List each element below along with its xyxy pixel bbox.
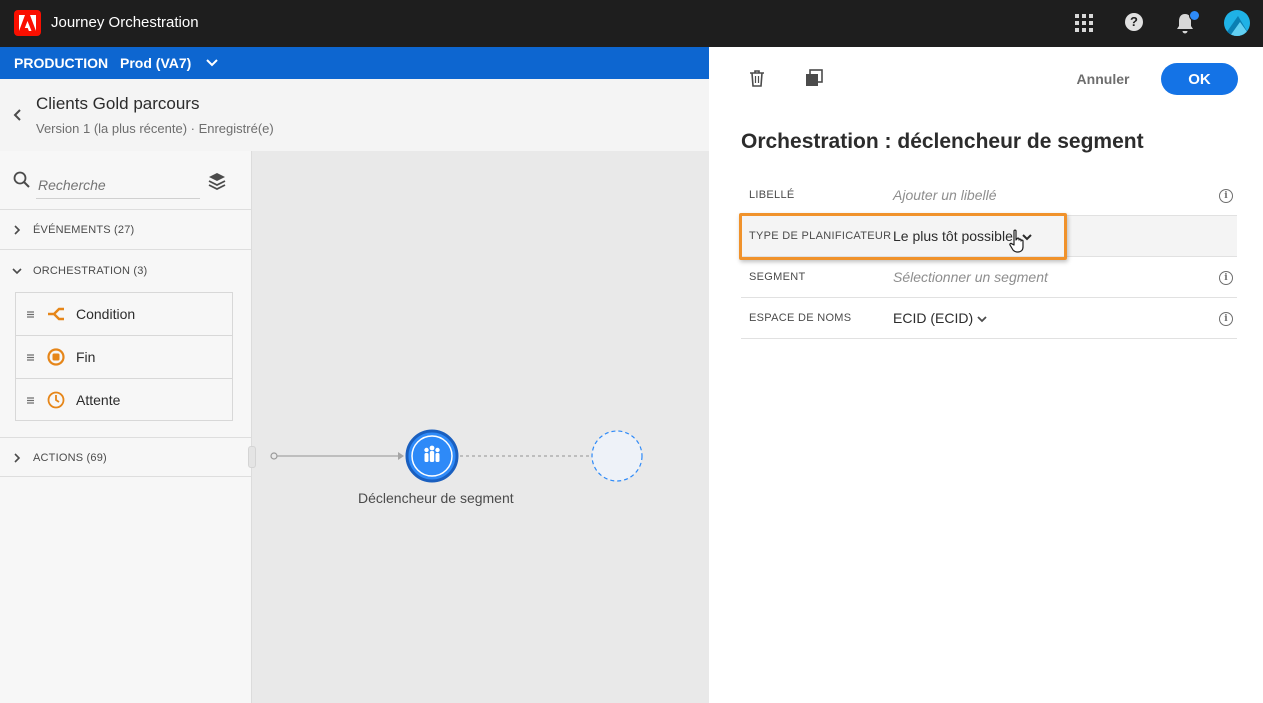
environment-label: PRODUCTION [14, 55, 109, 71]
chevron-down-icon[interactable] [205, 57, 219, 69]
section-orchestration-label: ORCHESTRATION (3) [33, 265, 148, 277]
palette-search [0, 151, 251, 210]
drag-handle-icon[interactable] [27, 354, 34, 361]
journey-header: Clients Gold parcours Version 1 (la plus… [0, 79, 709, 151]
field-segment-label: SEGMENT [749, 271, 806, 283]
environment-bar: PRODUCTION Prod (VA7) [0, 47, 709, 79]
section-actions-label: ACTIONS (69) [33, 452, 107, 464]
drag-handle-icon[interactable] [27, 397, 34, 404]
list-item-attente[interactable]: Attente [16, 379, 232, 422]
section-orchestration[interactable]: ORCHESTRATION (3) [0, 251, 251, 291]
ok-button[interactable]: OK [1161, 63, 1238, 95]
wait-clock-icon [47, 391, 65, 409]
list-item-condition[interactable]: Condition [16, 293, 232, 336]
journey-version-status: Version 1 (la plus récente) · Enregistré… [36, 121, 274, 136]
namespace-dropdown[interactable]: ECID (ECID) [893, 310, 973, 326]
apps-grid-icon[interactable] [1074, 13, 1094, 33]
condition-branch-icon [48, 307, 64, 321]
segment-selector[interactable]: Sélectionner un segment [893, 269, 1048, 285]
info-icon[interactable]: i [1219, 189, 1233, 203]
field-espace-de-noms: ESPACE DE NOMS ECID (ECID) i [741, 298, 1237, 339]
section-events[interactable]: ÉVÉNEMENTS (27) [0, 210, 251, 250]
layers-icon[interactable] [208, 172, 226, 190]
notification-badge [1189, 10, 1200, 21]
cancel-button[interactable]: Annuler [1070, 64, 1136, 94]
canvas-graph [270, 429, 643, 483]
sandbox-selector[interactable]: Prod (VA7) [120, 55, 191, 71]
duplicate-icon[interactable] [805, 69, 823, 87]
panel-title: Orchestration : déclencheur de segment [741, 130, 1144, 153]
attente-label: Attente [76, 392, 121, 408]
app-title[interactable]: Journey Orchestration [51, 14, 199, 31]
hand-pointer-icon [1009, 229, 1024, 253]
info-icon[interactable]: i [1219, 312, 1233, 326]
chevron-down-icon[interactable] [976, 315, 988, 324]
orchestration-list: Condition Fin Attente [15, 292, 233, 421]
end-stop-icon [47, 348, 65, 366]
empty-node-placeholder[interactable] [591, 430, 643, 482]
top-bar: Journey Orchestration ? [0, 0, 1263, 47]
panel-resize-handle[interactable] [248, 446, 256, 468]
trash-icon[interactable] [749, 69, 765, 87]
node-label: Déclencheur de segment [358, 490, 514, 506]
journey-title: Clients Gold parcours [36, 94, 200, 113]
drag-handle-icon[interactable] [27, 311, 34, 318]
help-icon[interactable]: ? [1125, 13, 1143, 31]
back-chevron-icon[interactable] [11, 108, 23, 122]
connector-arrow [398, 452, 404, 460]
chevron-right-icon [14, 453, 21, 463]
libelle-input[interactable]: Ajouter un libellé [893, 187, 997, 203]
search-input[interactable] [36, 171, 200, 199]
start-point [270, 452, 278, 460]
section-events-label: ÉVÉNEMENTS (27) [33, 224, 135, 236]
chevron-right-icon [14, 225, 21, 235]
field-segment: SEGMENT Sélectionner un segment i [741, 257, 1237, 298]
adobe-logo-icon[interactable] [14, 10, 41, 36]
user-avatar[interactable] [1224, 10, 1250, 36]
field-libelle: LIBELLÉ Ajouter un libellé i [741, 175, 1237, 216]
search-icon [13, 171, 30, 188]
field-espace-label: ESPACE DE NOMS [749, 312, 852, 324]
list-item-fin[interactable]: Fin [16, 336, 232, 379]
info-icon[interactable]: i [1219, 271, 1233, 285]
fin-label: Fin [76, 349, 96, 365]
field-libelle-label: LIBELLÉ [749, 189, 795, 201]
activity-palette: ÉVÉNEMENTS (27) ORCHESTRATION (3) Condit… [0, 151, 252, 703]
chevron-down-icon [12, 268, 22, 275]
section-actions[interactable]: ACTIONS (69) [0, 437, 251, 477]
segment-audience-icon [424, 445, 440, 462]
journey-canvas[interactable] [252, 151, 709, 703]
condition-label: Condition [76, 306, 136, 322]
segment-trigger-node[interactable] [405, 429, 459, 483]
